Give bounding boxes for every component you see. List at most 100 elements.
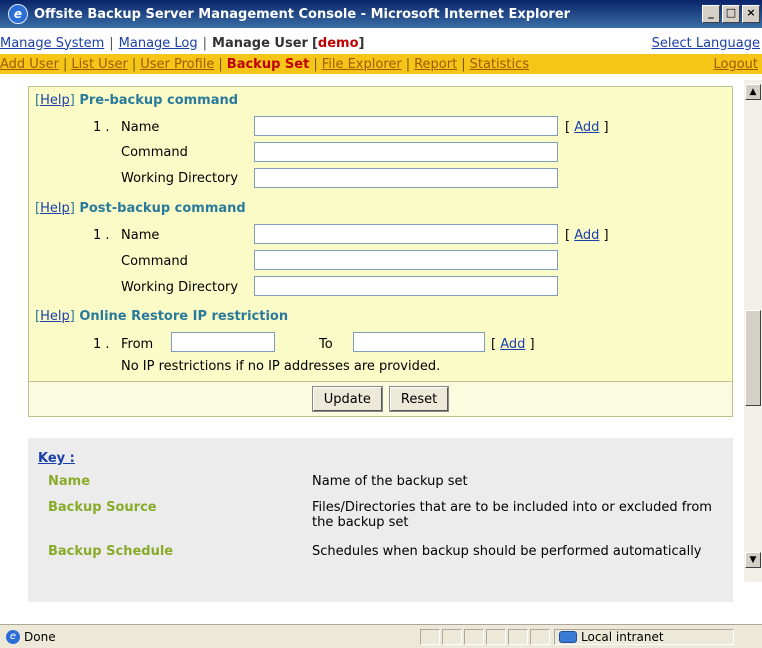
post-backup-index: 1 . (93, 228, 110, 243)
status-bar: e Done Local intranet (0, 624, 762, 648)
post-backup-command-label: Command (121, 254, 188, 269)
ip-restriction-index: 1 . (93, 337, 110, 352)
bracket-open: [ (565, 228, 571, 243)
post-backup-command-input[interactable] (254, 250, 558, 270)
post-backup-heading: [Help] Post-backup command (35, 201, 246, 216)
ip-restriction-heading: [Help] Online Restore IP restriction (35, 309, 288, 324)
tab-backup-set[interactable]: Backup Set (227, 57, 310, 72)
status-pane (420, 628, 440, 645)
window-controls: _ □ × (700, 5, 760, 23)
nav-separator: | (202, 35, 208, 51)
bracket-open: [ (491, 337, 497, 352)
post-backup-add-link[interactable]: Add (574, 228, 599, 243)
ip-add-link[interactable]: Add (500, 337, 525, 352)
main-nav: Manage System | Manage Log | Manage User… (0, 34, 762, 52)
nav-separator: | (313, 56, 318, 72)
ip-from-input[interactable] (171, 332, 275, 352)
nav-separator: | (405, 56, 411, 72)
post-backup-add: [ Add ] (565, 228, 609, 243)
nav-separator: | (131, 56, 137, 72)
current-user: demo (317, 35, 359, 51)
logout-link[interactable]: Logout (713, 57, 758, 72)
scrollbar-thumb[interactable] (745, 310, 761, 406)
status-pane (530, 628, 550, 645)
bracket-close: ] (529, 337, 535, 352)
zone-text: Local intranet (581, 629, 664, 644)
bracket-close: ] (69, 201, 75, 216)
status-pane (442, 628, 462, 645)
ie-icon: e (8, 4, 28, 24)
reset-button[interactable]: Reset (388, 386, 450, 412)
bracket-close: ] (603, 228, 609, 243)
status-pane (508, 628, 528, 645)
status-panes: Local intranet (418, 628, 734, 645)
scroll-up-icon[interactable]: ▲ (745, 84, 761, 100)
pre-backup-title: Pre-backup command (79, 93, 239, 108)
key-name: Backup Schedule (48, 544, 174, 559)
nav-separator: | (218, 56, 223, 72)
vertical-scrollbar[interactable]: ▲ ▼ (744, 80, 762, 582)
key-name: Backup Source (48, 500, 157, 515)
ie-page-icon: e (6, 629, 20, 644)
pre-backup-index: 1 . (93, 120, 110, 135)
title-bar: e Offsite Backup Server Management Conso… (0, 0, 762, 28)
pre-backup-workdir-label: Working Directory (121, 171, 239, 186)
nav-manage-log[interactable]: Manage Log (119, 36, 198, 51)
local-intranet-icon (559, 630, 577, 643)
form-actions: Update Reset (28, 381, 733, 417)
nav-manage-system[interactable]: Manage System (0, 36, 104, 51)
update-button[interactable]: Update (311, 386, 383, 412)
ip-add: [ Add ] (491, 337, 535, 352)
bracket-open: [ (565, 120, 571, 135)
tab-report[interactable]: Report (414, 57, 457, 72)
key-desc: Files/Directories that are to be include… (312, 500, 712, 530)
ip-from-label: From (121, 337, 154, 352)
post-backup-name-label: Name (121, 228, 160, 243)
user-subnav: Add User | List User | User Profile | Ba… (0, 54, 762, 74)
maximize-button[interactable]: □ (722, 5, 740, 23)
nav-separator: | (62, 56, 68, 72)
tab-file-explorer[interactable]: File Explorer (322, 57, 402, 72)
scroll-down-icon[interactable]: ▼ (745, 552, 761, 568)
tab-user-profile[interactable]: User Profile (140, 57, 214, 72)
tab-add-user[interactable]: Add User (0, 57, 59, 72)
key-title: Key : (38, 451, 75, 466)
post-backup-workdir-label: Working Directory (121, 280, 239, 295)
post-backup-help-link[interactable]: Help (40, 201, 70, 216)
pre-backup-command-label: Command (121, 145, 188, 160)
key-name: Name (48, 474, 91, 489)
ip-restriction-help-link[interactable]: Help (40, 309, 70, 324)
status-text: Done (24, 629, 56, 644)
ip-restriction-title: Online Restore IP restriction (79, 309, 289, 324)
security-zone: Local intranet (554, 628, 734, 645)
pre-backup-heading: [Help] Pre-backup command (35, 93, 238, 108)
key-desc: Name of the backup set (312, 474, 468, 489)
pre-backup-add-link[interactable]: Add (574, 120, 599, 135)
close-button[interactable]: × (742, 5, 760, 23)
post-backup-workdir-input[interactable] (254, 276, 558, 296)
select-language-link[interactable]: Select Language (652, 36, 760, 51)
content-area: [Help] Pre-backup command 1 . Name [ Add… (0, 80, 744, 602)
ip-restriction-note: No IP restrictions if no IP addresses ar… (121, 359, 441, 374)
bracket-close: ] (69, 93, 75, 108)
user-bracket-close: ] (358, 35, 365, 51)
key-legend: Key : Name Name of the backup set Backup… (28, 438, 733, 602)
pre-backup-name-label: Name (121, 120, 160, 135)
bracket-close: ] (603, 120, 609, 135)
nav-separator: | (109, 35, 114, 51)
bracket-close: ] (69, 309, 75, 324)
pre-backup-help-link[interactable]: Help (40, 93, 70, 108)
nav-manage-user[interactable]: Manage User (212, 36, 308, 51)
ip-to-input[interactable] (353, 332, 485, 352)
pre-backup-command-input[interactable] (254, 142, 558, 162)
tab-list-user[interactable]: List User (71, 57, 128, 72)
pre-backup-add: [ Add ] (565, 120, 609, 135)
status-pane (464, 628, 484, 645)
minimize-button[interactable]: _ (702, 5, 720, 23)
tab-statistics[interactable]: Statistics (470, 57, 529, 72)
post-backup-name-input[interactable] (254, 224, 558, 244)
pre-backup-name-input[interactable] (254, 116, 558, 136)
pre-backup-workdir-input[interactable] (254, 168, 558, 188)
status-pane (486, 628, 506, 645)
window-title: Offsite Backup Server Management Console… (34, 6, 571, 22)
